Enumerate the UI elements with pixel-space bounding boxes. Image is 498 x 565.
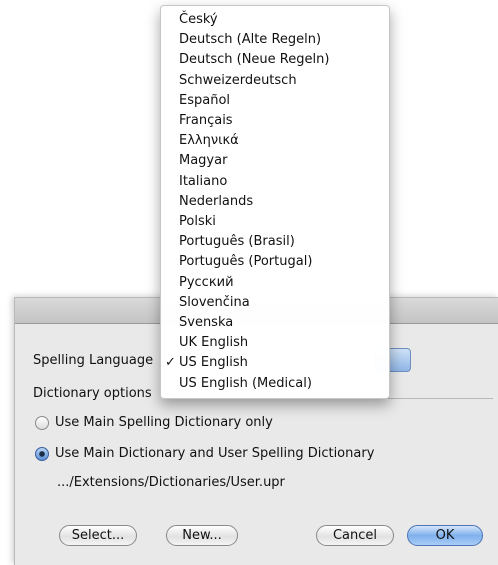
menu-item[interactable]: UK English	[161, 334, 389, 352]
dictionary-options-label: Dictionary options	[33, 386, 152, 401]
radio-button-icon[interactable]	[35, 416, 49, 430]
menu-item[interactable]: Magyar	[161, 152, 389, 170]
menu-item-label: Русский	[179, 274, 234, 290]
menu-item-label: Français	[179, 113, 233, 128]
menu-item[interactable]: Русский	[161, 274, 389, 292]
spelling-language-label: Spelling Language	[33, 353, 154, 368]
menu-item[interactable]: Português (Brasil)	[161, 233, 389, 251]
menu-item-label: Español	[179, 92, 231, 108]
radio-main-and-user-label[interactable]: Use Main Dictionary and User Spelling Di…	[55, 446, 374, 461]
menu-item[interactable]: Svenska	[161, 314, 389, 332]
menu-item-label: Svenska	[179, 315, 234, 330]
menu-item-label: Polski	[179, 214, 216, 229]
menu-item-label: Slovenčina	[179, 294, 250, 310]
menu-item[interactable]: Schweizerdeutsch	[161, 72, 389, 90]
menu-item[interactable]: Ελληνικά	[161, 132, 389, 150]
menu-item[interactable]: ✓ US English	[161, 354, 389, 372]
menu-item[interactable]: Français	[161, 112, 389, 130]
select-button[interactable]: Select...	[59, 525, 137, 546]
checkmark-icon: ✓	[165, 355, 176, 371]
menu-item[interactable]: Português (Portugal)	[161, 253, 389, 271]
menu-item-label: UK English	[179, 335, 249, 351]
menu-item-label: Český	[179, 12, 218, 27]
menu-item[interactable]: Polski	[161, 213, 389, 231]
menu-item-label: Deutsch (Neue Regeln)	[179, 52, 330, 68]
radio-main-only-label[interactable]: Use Main Spelling Dictionary only	[55, 415, 273, 430]
menu-item[interactable]: Deutsch (Neue Regeln)	[161, 51, 389, 69]
ok-button[interactable]: OK	[407, 525, 483, 546]
menu-item-label: US English	[179, 355, 248, 371]
spelling-language-menu: Český Deutsch (Alte Regeln) Deutsch (Neue …	[160, 5, 390, 399]
menu-item-label: Magyar	[179, 153, 228, 169]
menu-item-label: Italiano	[179, 173, 228, 189]
menu-item[interactable]: Nederlands	[161, 193, 389, 211]
menu-item[interactable]: Český	[161, 11, 389, 29]
menu-item[interactable]: Italiano	[161, 173, 389, 191]
menu-item-label: Ελληνικά	[179, 133, 239, 149]
menu-item[interactable]: Español	[161, 92, 389, 110]
menu-item-label: Português (Portugal)	[179, 254, 313, 270]
menu-item-label: Português (Brasil)	[179, 234, 295, 250]
new-button[interactable]: New...	[166, 525, 238, 546]
menu-item-label: Deutsch (Alte Regeln)	[179, 32, 322, 48]
menu-item[interactable]: Deutsch (Alte Regeln)	[161, 31, 389, 49]
user-dictionary-path: .../Extensions/Dictionaries/User.upr	[57, 475, 285, 490]
menu-item[interactable]: US English (Medical)	[161, 375, 389, 393]
menu-item[interactable]: Slovenčina	[161, 294, 389, 312]
menu-item-label: Nederlands	[179, 193, 254, 209]
radio-button-selected-icon[interactable]	[35, 447, 49, 461]
menu-item-label: US English (Medical)	[179, 375, 312, 391]
cancel-button[interactable]: Cancel	[316, 525, 394, 546]
menu-item-label: Schweizerdeutsch	[179, 72, 297, 88]
